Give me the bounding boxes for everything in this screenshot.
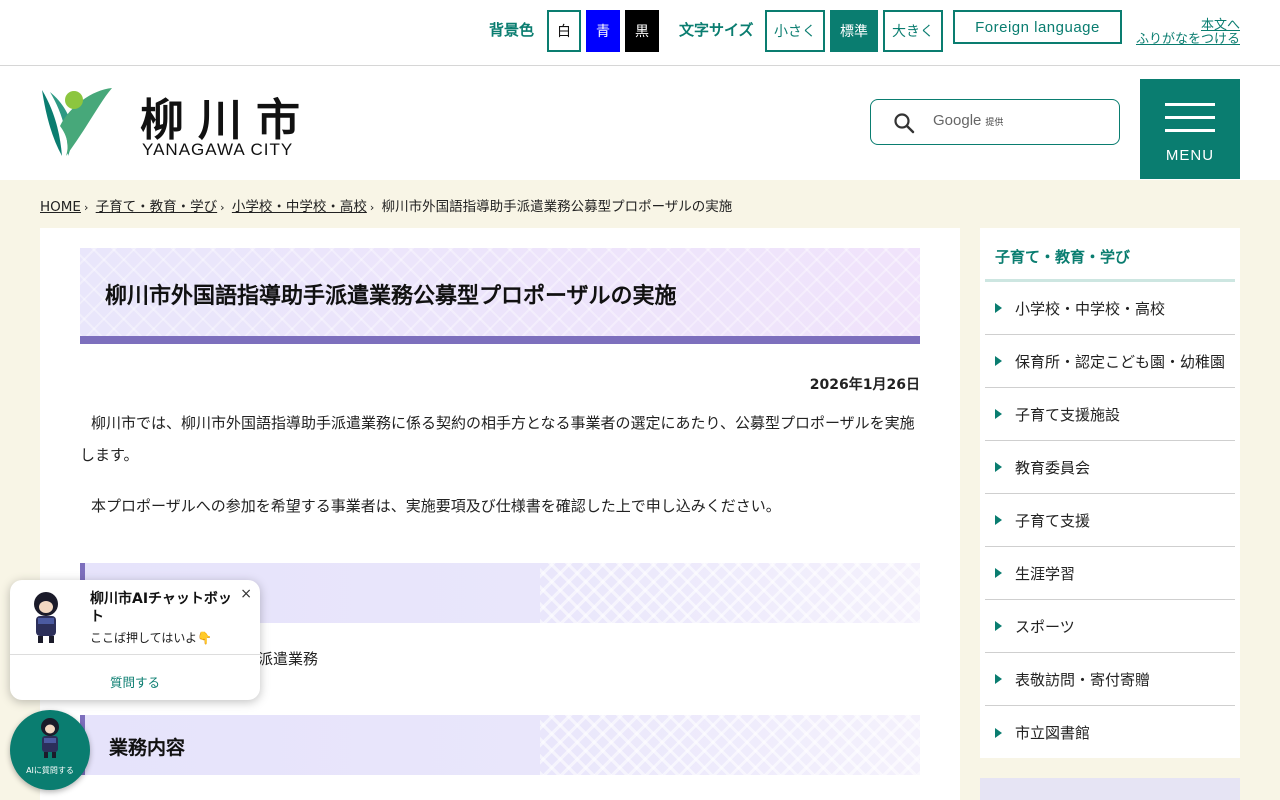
bg-blue-button[interactable]: 青 [586,10,620,52]
page-title: 柳川市外国語指導助手派遣業務公募型プロポーザルの実施 [105,284,677,309]
triangle-right-icon [995,515,1002,525]
sidebar-item-nursery[interactable]: 保育所・認定こども園・幼稚園 [985,335,1235,388]
hamburger-icon [1165,103,1215,142]
sidebar-title[interactable]: 子育て・教育・学び [995,246,1130,267]
font-size-label: 文字サイズ [679,21,754,39]
site-logo[interactable]: 柳川市 YANAGAWA CITY [40,84,320,164]
breadcrumb-level1[interactable]: 子育て・教育・学び [96,199,218,215]
logo-kanji-text: 柳川市 [140,95,314,146]
logo-english-text: YANAGAWA CITY [142,140,294,159]
section-heading-2: 業務内容 [80,715,920,775]
sidebar-item-childcare-facilities[interactable]: 子育て支援施設 [985,388,1235,441]
chatbot-ask-button[interactable]: 質問する [10,672,260,691]
sidebar-item-library[interactable]: 市立図書館 [985,706,1235,759]
breadcrumb-level2[interactable]: 小学校・中学校・高校 [232,199,367,215]
menu-label: MENU [1165,147,1215,164]
bg-black-button[interactable]: 黒 [625,10,659,52]
main-content: 柳川市外国語指導助手派遣業務公募型プロポーザルの実施 2026年1月26日 柳川… [40,228,960,800]
foreign-language-button[interactable]: Foreign language [953,10,1122,44]
chatbot-launcher-label: AIに質問する [26,766,74,775]
chatbot-mascot-icon [34,592,58,643]
close-icon[interactable]: × [240,586,252,602]
chatbot-popup[interactable]: 柳川市AIチャットボット × ここば押してはいよ👇 質問する [10,580,260,700]
utility-bar: 背景色 白 青 黒 文字サイズ 小さく 標準 大きく Foreign langu… [0,0,1280,66]
chatbot-launcher-button[interactable]: AIに質問する [10,710,90,790]
search-icon[interactable] [893,112,915,134]
triangle-right-icon [995,462,1002,472]
triangle-right-icon [995,568,1002,578]
background-color-label: 背景色 [489,21,535,39]
chatbot-subtitle: ここば押してはいよ👇 [90,631,213,645]
skip-to-content-link[interactable]: 本文へ [1201,18,1240,33]
furigana-link[interactable]: ふりがなをつける [1136,32,1240,47]
section1-text: 派遣業務 [258,650,319,668]
site-search[interactable]: Google 提供 [870,99,1120,145]
triangle-right-icon [995,409,1002,419]
instruction-paragraph: 本プロポーザルへの参加を希望する事業者は、実施要項及び仕様書を確認した上で申し込… [91,497,781,515]
intro-paragraph: 柳川市では、柳川市外国語指導助手派遣業務に係る契約の相手方となる事業者の選定にあ… [80,414,915,464]
triangle-right-icon [995,674,1002,684]
font-standard-button[interactable]: 標準 [830,10,878,52]
bg-white-button[interactable]: 白 [547,10,581,52]
font-large-button[interactable]: 大きく [883,10,943,52]
chatbot-mascot-icon [41,718,59,758]
sidebar-item-childcare-support[interactable]: 子育て支援 [985,494,1235,547]
section-title-business-content: 業務内容 [109,737,186,759]
search-provider-label: Google 提供 [933,112,1004,129]
search-input[interactable] [1021,108,1111,136]
sidebar-list: 小学校・中学校・高校 保育所・認定こども園・幼稚園 子育て支援施設 教育委員会 … [985,282,1235,759]
sidebar-item-sports[interactable]: スポーツ [985,600,1235,653]
sidebar-item-schools[interactable]: 小学校・中学校・高校 [985,282,1235,335]
breadcrumb-current: 柳川市外国語指導助手派遣業務公募型プロポーザルの実施 [381,199,733,215]
page-title-banner: 柳川市外国語指導助手派遣業務公募型プロポーザルの実施 [80,248,920,344]
breadcrumb: HOME › 子育て・教育・学び › 小学校・中学校・高校 › 柳川市外国語指導助手派… [40,199,733,215]
site-header: 柳川市 YANAGAWA CITY Google 提供 MENU [0,66,1280,180]
triangle-right-icon [995,356,1002,366]
publish-date: 2026年1月26日 [809,377,920,393]
sidebar-item-board-of-education[interactable]: 教育委員会 [985,441,1235,494]
sidebar-item-lifelong-learning[interactable]: 生涯学習 [985,547,1235,600]
triangle-right-icon [995,727,1002,738]
breadcrumb-home[interactable]: HOME [40,199,81,215]
city-emblem-icon [42,88,112,156]
triangle-right-icon [995,303,1002,313]
chatbot-title: 柳川市AIチャットボット [90,591,232,625]
chatbot-divider [10,654,260,655]
sidebar: 子育て・教育・学び 小学校・中学校・高校 保育所・認定こども園・幼稚園 子育て支… [980,228,1240,758]
menu-button[interactable]: MENU [1140,79,1240,179]
triangle-right-icon [995,621,1002,631]
sidebar-item-visits-donations[interactable]: 表敬訪問・寄付寄贈 [985,653,1235,706]
font-small-button[interactable]: 小さく [765,10,825,52]
sidebar-secondary-panel [980,778,1240,800]
